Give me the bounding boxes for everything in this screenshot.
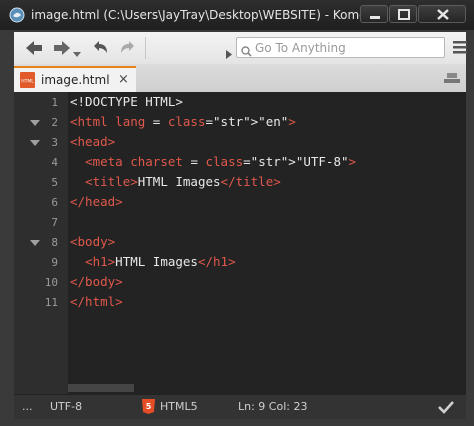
line-text: <!DOCTYPE HTML> bbox=[70, 94, 183, 109]
line-number: 7 bbox=[51, 216, 58, 229]
line-text: </head> bbox=[70, 194, 123, 209]
line-number: 1 bbox=[51, 96, 58, 109]
line-number: 11 bbox=[44, 296, 58, 309]
code-line: 6 </head> bbox=[14, 192, 466, 212]
komodo-app-icon bbox=[9, 7, 25, 23]
code-line: 1 <!DOCTYPE HTML> bbox=[14, 92, 466, 112]
title-bar: image.html (C:\Users\JayTray\Desktop\WEB… bbox=[0, 0, 474, 30]
tab-close-icon[interactable]: × bbox=[118, 72, 129, 87]
tab-list-menu-icon[interactable] bbox=[444, 71, 460, 90]
code-line: 8 <body> bbox=[14, 232, 466, 252]
line-text: <head> bbox=[70, 134, 116, 149]
code-line: 5 <title>HTML Images</title> bbox=[14, 172, 466, 192]
go-to-anything-search[interactable] bbox=[236, 37, 445, 58]
horizontal-scrollbar[interactable] bbox=[68, 384, 134, 392]
line-number: 2 bbox=[51, 116, 58, 129]
redo-icon[interactable] bbox=[118, 38, 138, 62]
line-number: 4 bbox=[51, 156, 58, 169]
status-ellipsis[interactable]: ... bbox=[22, 400, 33, 413]
hamburger-menu-icon[interactable] bbox=[452, 39, 468, 59]
line-text: </body> bbox=[70, 274, 123, 289]
close-button[interactable] bbox=[418, 5, 466, 23]
search-icon bbox=[241, 42, 252, 61]
language-selector[interactable]: HTML5 bbox=[160, 400, 198, 413]
window-title: image.html (C:\Users\JayTray\Desktop\WEB… bbox=[31, 8, 361, 22]
cursor-position: Ln: 9 Col: 23 bbox=[238, 400, 308, 413]
code-line: 2 <html lang = class="str">"en"> bbox=[14, 112, 466, 132]
line-text: <body> bbox=[70, 234, 116, 249]
html-file-icon: HTML bbox=[20, 72, 35, 88]
code-line: 10 </body> bbox=[14, 272, 466, 292]
line-number: 5 bbox=[51, 176, 58, 189]
line-number: 3 bbox=[51, 136, 58, 149]
tab-label: image.html bbox=[41, 73, 110, 87]
line-text: <h1>HTML Images</h1> bbox=[85, 254, 236, 269]
minimize-button[interactable] bbox=[360, 5, 388, 23]
code-line: 3 <head> bbox=[14, 132, 466, 152]
forward-history-dropdown-icon[interactable] bbox=[73, 43, 81, 62]
undo-icon[interactable] bbox=[90, 38, 110, 62]
line-text: <title>HTML Images</title> bbox=[85, 174, 281, 189]
forward-arrow-icon[interactable] bbox=[52, 38, 72, 62]
window-frame-left bbox=[0, 30, 14, 426]
html5-icon: 5 bbox=[142, 399, 155, 418]
toolbar bbox=[14, 32, 468, 64]
status-bar: ... UTF-8 5 HTML5 Ln: 9 Col: 23 bbox=[14, 394, 466, 419]
code-line: 9 <h1>HTML Images</h1> bbox=[14, 252, 466, 272]
code-editor[interactable]: 1 <!DOCTYPE HTML> 2 <html lang = class="… bbox=[14, 92, 466, 394]
svg-text:HTML: HTML bbox=[21, 79, 34, 85]
maximize-button[interactable] bbox=[389, 5, 417, 23]
check-icon[interactable] bbox=[438, 399, 454, 418]
line-text: <meta charset = class="str">"UTF-8"> bbox=[85, 154, 357, 169]
code-line: 11 </html> bbox=[14, 292, 466, 312]
back-arrow-icon[interactable] bbox=[24, 38, 44, 62]
line-number: 9 bbox=[51, 256, 58, 269]
code-line: 4 <meta charset = class="str">"UTF-8"> bbox=[14, 152, 466, 172]
toolbar-separator bbox=[145, 37, 146, 59]
line-number: 6 bbox=[51, 196, 58, 209]
app-window: image.html (C:\Users\JayTray\Desktop\WEB… bbox=[0, 0, 474, 426]
line-text: </html> bbox=[70, 294, 123, 309]
chevron-right-icon[interactable] bbox=[226, 44, 232, 63]
tab-bar: HTML image.html × bbox=[14, 64, 466, 92]
search-input[interactable] bbox=[255, 40, 440, 55]
code-line: 7 bbox=[14, 212, 466, 232]
line-text: <html lang = class="str">"en"> bbox=[70, 114, 296, 129]
line-number: 8 bbox=[51, 236, 58, 249]
svg-text:5: 5 bbox=[146, 402, 152, 411]
window-frame-right bbox=[466, 30, 474, 426]
encoding-selector[interactable]: UTF-8 bbox=[50, 400, 82, 413]
tab-image-html[interactable]: HTML image.html × bbox=[14, 66, 136, 92]
line-number: 10 bbox=[44, 276, 58, 289]
